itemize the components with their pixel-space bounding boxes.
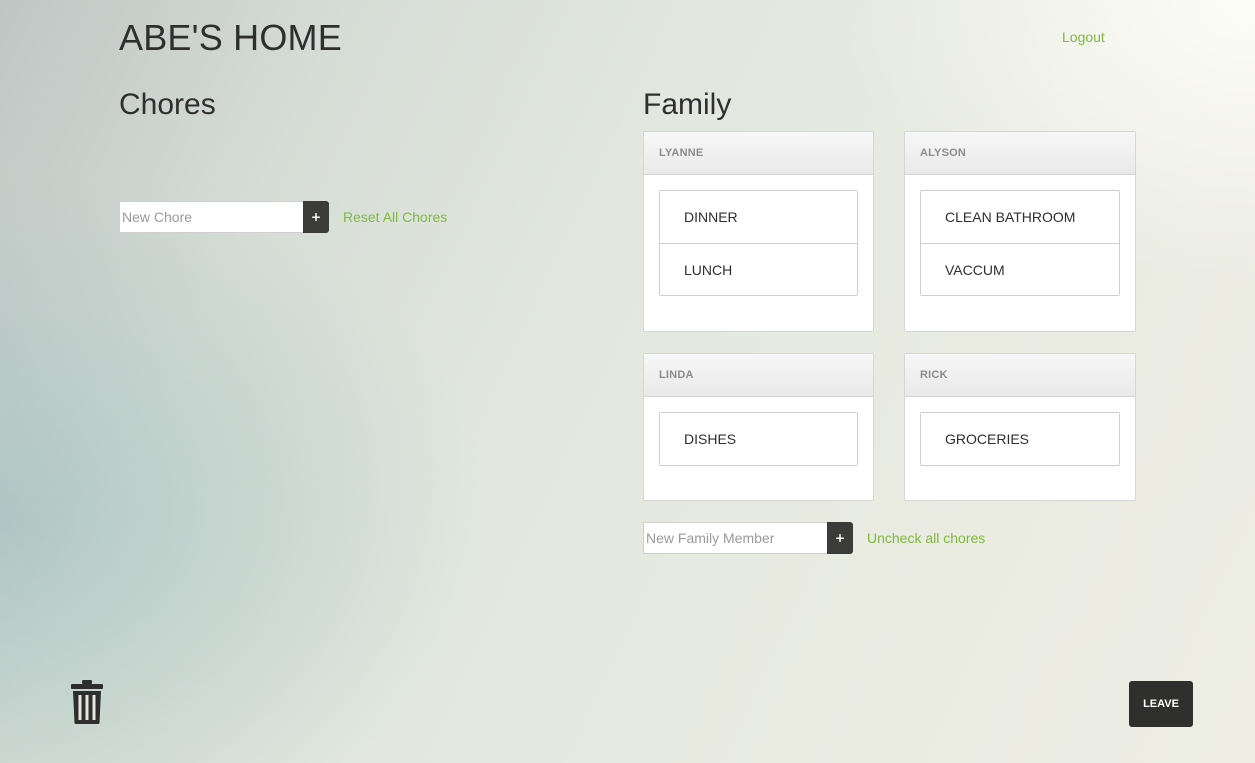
logout-link[interactable]: Logout — [1062, 29, 1105, 45]
member-name: RICK — [905, 354, 1135, 397]
chores-heading: Chores — [119, 88, 216, 121]
site-title: ABE'S HOME — [119, 17, 342, 58]
chore-item[interactable]: GROCERIES — [921, 413, 1119, 465]
trash-icon[interactable] — [71, 680, 103, 724]
member-name: ALYSON — [905, 132, 1135, 175]
leave-button[interactable]: LEAVE — [1129, 681, 1193, 727]
chore-item[interactable]: LUNCH — [660, 243, 857, 295]
add-family-member-button[interactable]: + — [827, 522, 853, 554]
new-chore-form: + Reset All Chores — [119, 201, 447, 233]
chore-item[interactable]: DINNER — [660, 191, 857, 243]
member-card-alyson: ALYSON CLEAN BATHROOM VACCUM — [904, 131, 1136, 332]
new-family-member-form: + Uncheck all chores — [643, 522, 985, 554]
member-card-linda: LINDA DISHES — [643, 353, 874, 501]
member-name: LYANNE — [644, 132, 873, 175]
family-heading: Family — [643, 88, 732, 121]
chore-item[interactable]: DISHES — [660, 413, 857, 465]
member-chore-list: DISHES — [659, 412, 858, 466]
reset-all-chores-link[interactable]: Reset All Chores — [343, 209, 447, 225]
add-chore-button[interactable]: + — [303, 201, 329, 233]
plus-icon: + — [310, 210, 322, 224]
chore-item[interactable]: CLEAN BATHROOM — [921, 191, 1119, 243]
chore-item[interactable]: VACCUM — [921, 243, 1119, 295]
new-chore-input[interactable] — [119, 201, 303, 233]
member-chore-list: CLEAN BATHROOM VACCUM — [920, 190, 1120, 296]
plus-icon: + — [834, 531, 846, 545]
member-chore-list: GROCERIES — [920, 412, 1120, 466]
member-card-lyanne: LYANNE DINNER LUNCH — [643, 131, 874, 332]
member-name: LINDA — [644, 354, 873, 397]
member-chore-list: DINNER LUNCH — [659, 190, 858, 296]
member-card-rick: RICK GROCERIES — [904, 353, 1136, 501]
uncheck-all-chores-link[interactable]: Uncheck all chores — [867, 530, 985, 546]
new-family-member-input[interactable] — [643, 522, 827, 554]
